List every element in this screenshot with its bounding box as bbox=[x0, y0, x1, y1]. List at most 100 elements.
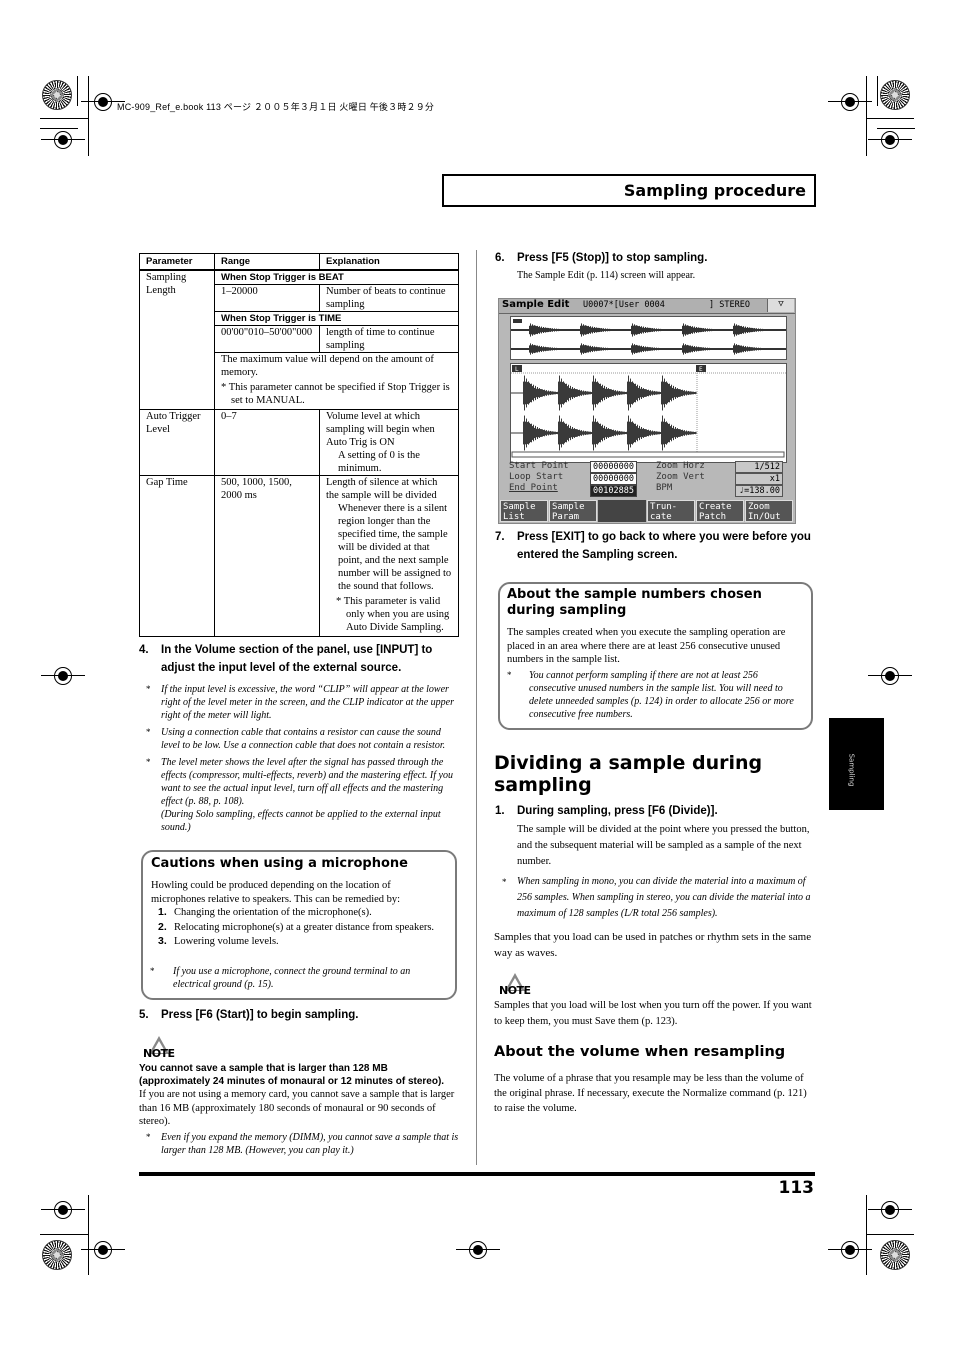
start-point-value[interactable]: 00000000 bbox=[590, 461, 637, 473]
waveform-segment bbox=[578, 429, 579, 437]
waveform-segment bbox=[548, 347, 549, 351]
waveform-segment bbox=[626, 391, 627, 395]
bpm-value[interactable]: ♩=138.00 bbox=[735, 485, 783, 497]
waveform-segment bbox=[594, 346, 595, 352]
waveform-segment bbox=[687, 325, 688, 335]
waveform-segment bbox=[652, 390, 653, 396]
note-item: If the input level is excessive, the wor… bbox=[139, 683, 459, 722]
waveform-segment bbox=[668, 348, 669, 350]
waveform-segment bbox=[640, 428, 641, 438]
waveform-segment bbox=[603, 427, 604, 439]
waveform-segment bbox=[602, 347, 603, 351]
waveform-segment bbox=[625, 329, 626, 331]
waveform-segment bbox=[717, 329, 718, 331]
waveform-segment bbox=[604, 425, 605, 441]
waveform-segment bbox=[727, 329, 728, 331]
waveform-segment bbox=[530, 383, 531, 403]
waveform-segment bbox=[609, 348, 610, 350]
f5-create-patch-button[interactable]: Create Patch bbox=[696, 500, 744, 522]
waveform-segment bbox=[723, 329, 724, 331]
waveform-segment bbox=[762, 348, 763, 350]
waveform-segment bbox=[649, 430, 650, 436]
waveform-segment bbox=[561, 378, 562, 408]
waveform-segment bbox=[677, 388, 678, 398]
waveform-segment bbox=[629, 421, 630, 445]
waveform-segment bbox=[679, 389, 680, 397]
waveform-segment bbox=[639, 425, 640, 441]
waveform-segment bbox=[540, 346, 541, 352]
waveform-segment bbox=[662, 348, 663, 350]
waveform-segment bbox=[685, 344, 686, 354]
waveform-segment bbox=[747, 346, 748, 352]
waveform-segment bbox=[612, 348, 613, 350]
waveform-segment bbox=[549, 431, 550, 435]
waveform-segment bbox=[675, 329, 676, 331]
f2-sample-param-button[interactable]: Sample Param bbox=[549, 500, 597, 522]
dropdown-icon[interactable]: ▽ bbox=[767, 299, 794, 312]
waveform-segment bbox=[618, 431, 619, 435]
waveform-segment bbox=[602, 424, 603, 442]
waveform-segment bbox=[635, 383, 636, 403]
zoom-vert-value[interactable]: x1 bbox=[735, 473, 783, 485]
step-4-notes: If the input level is excessive, the wor… bbox=[139, 683, 459, 834]
crop-line bbox=[866, 1234, 914, 1235]
waveform-segment bbox=[735, 345, 736, 353]
waveform-segment bbox=[701, 347, 702, 351]
waveform-segment bbox=[728, 329, 729, 331]
list-item: 1. Changing the orientation of the microp… bbox=[158, 906, 372, 918]
waveform-segment bbox=[710, 328, 711, 332]
waveform-segment bbox=[613, 429, 614, 437]
waveform-segment bbox=[627, 381, 628, 405]
waveform-segment bbox=[651, 391, 652, 395]
svg-text:L: L bbox=[515, 366, 519, 373]
waveform-segment bbox=[778, 348, 779, 350]
registration-target-tr bbox=[880, 80, 910, 110]
waveform-segment bbox=[644, 327, 645, 333]
waveform-segment bbox=[537, 387, 538, 399]
waveform-segment bbox=[596, 346, 597, 352]
waveform-segment bbox=[672, 329, 673, 331]
waveform-segment bbox=[574, 388, 575, 398]
waveform-segment bbox=[729, 329, 730, 331]
waveform-segment bbox=[590, 431, 591, 435]
waveform-segment bbox=[543, 326, 544, 334]
waveform-segment bbox=[589, 431, 590, 435]
waveform-segment bbox=[570, 329, 571, 331]
waveform-segment bbox=[553, 391, 554, 395]
waveform-segment bbox=[658, 431, 659, 435]
f6-zoom-button[interactable]: Zoom In/Out bbox=[745, 500, 793, 522]
waveform-segment bbox=[578, 389, 579, 397]
col-header: Parameter bbox=[139, 253, 215, 271]
waveform-segment bbox=[638, 326, 639, 334]
waveform-segment bbox=[542, 347, 543, 351]
waveform-segment bbox=[614, 329, 615, 331]
waveform-segment bbox=[623, 348, 624, 350]
waveform-segment bbox=[575, 429, 576, 437]
waveform-segment bbox=[566, 383, 567, 403]
waveform-segment bbox=[721, 348, 722, 350]
end-point-value[interactable]: 00102885 bbox=[590, 485, 637, 497]
zoom-horz-value[interactable]: 1/512 bbox=[735, 461, 783, 473]
crop-line bbox=[88, 1195, 89, 1275]
waveform-segment bbox=[634, 324, 635, 336]
waveform-segment bbox=[615, 348, 616, 350]
waveform-segment bbox=[658, 347, 659, 351]
waveform-segment bbox=[697, 327, 698, 333]
waveform-segment bbox=[765, 329, 766, 331]
waveform-segment bbox=[555, 391, 556, 395]
f1-sample-list-button[interactable]: Sample List bbox=[500, 500, 548, 522]
waveform-segment bbox=[666, 348, 667, 350]
waveform-segment bbox=[653, 347, 654, 351]
f4-truncate-button[interactable]: Trun-cate bbox=[647, 500, 695, 522]
waveform-segment bbox=[591, 327, 592, 333]
waveform-segment bbox=[636, 386, 637, 400]
waveform-segment bbox=[650, 347, 651, 351]
waveform-segment bbox=[637, 424, 638, 442]
waveform-segment bbox=[754, 347, 755, 351]
loop-start-value[interactable]: 00000000 bbox=[590, 473, 637, 485]
waveform-segment bbox=[594, 421, 595, 445]
waveform-segment bbox=[614, 390, 615, 396]
chapter-tab[interactable]: Sampling bbox=[829, 718, 884, 810]
waveform-segment bbox=[640, 326, 641, 334]
waveform-segment bbox=[529, 345, 530, 353]
